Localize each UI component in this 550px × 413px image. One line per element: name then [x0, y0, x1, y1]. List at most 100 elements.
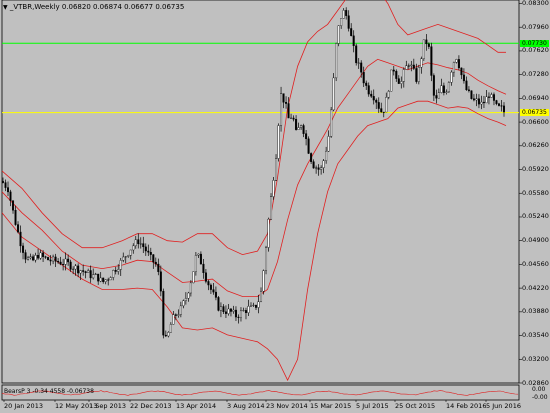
candle-body: [310, 153, 313, 162]
price-tick-label: 0.02860: [522, 378, 549, 387]
time-tick-label: 13 Apr 2014: [176, 402, 217, 410]
candle-body: [500, 105, 503, 107]
candle-body: [157, 263, 160, 272]
candle-body: [74, 265, 77, 270]
candle-body: [305, 133, 308, 140]
candle-body: [132, 245, 135, 251]
candle-body: [92, 274, 95, 279]
price-tick-label: 0.03540: [522, 331, 549, 340]
candle-body: [219, 306, 222, 311]
candle-body: [285, 101, 288, 104]
candle-body: [332, 77, 335, 111]
candle-body: [117, 269, 120, 272]
candle-body: [320, 167, 323, 170]
candle-body: [67, 258, 70, 263]
candle-body: [224, 311, 227, 314]
candle-body: [455, 59, 458, 63]
candle-body: [179, 305, 182, 315]
time-tick-label: 22 Dec 2013: [130, 402, 172, 410]
candle-body: [307, 138, 310, 154]
time-tick-label: 5 Jul 2015: [356, 402, 389, 410]
candle-body: [87, 270, 90, 273]
candle-body: [440, 85, 443, 93]
candle-body: [129, 249, 132, 256]
price-tick-label: 0.04560: [522, 259, 549, 268]
dropdown-arrow-icon[interactable]: ▼: [3, 4, 8, 11]
price-tick-label: 0.04900: [522, 236, 549, 245]
candle-body: [144, 246, 147, 252]
time-tick-label: 25 Oct 2015: [395, 402, 436, 410]
candle-body: [29, 256, 32, 259]
candle-body: [62, 264, 65, 266]
candle-body: [167, 332, 170, 337]
candle-body: [390, 69, 393, 92]
candle-body: [437, 92, 440, 99]
candle-body: [292, 117, 295, 120]
candle-body: [370, 93, 373, 97]
candle-body: [345, 10, 348, 16]
candle-body: [197, 253, 200, 256]
candle-body: [385, 96, 388, 113]
chart-window[interactable]: ▼ _VTBR,Weekly 0.06820 0.06874 0.06677 0…: [0, 0, 550, 413]
candle-body: [34, 255, 37, 261]
candle-body: [480, 101, 483, 105]
price-tick-label: 0.04220: [522, 283, 549, 292]
candle-body: [467, 89, 470, 91]
indicator-tick-bottom: -0.00: [532, 394, 548, 401]
candle-body: [297, 127, 300, 130]
candle-body: [485, 96, 488, 104]
candle-body: [194, 255, 197, 272]
time-tick-label: 14 Feb 2016: [446, 402, 487, 410]
candle-body: [104, 279, 107, 282]
candle-body: [402, 69, 405, 82]
price-tick-label: 0.03880: [522, 307, 549, 316]
candle-body: [475, 98, 478, 101]
candle-body: [350, 28, 353, 37]
candle-body: [380, 108, 383, 113]
time-tick-label: 5 Jun 2016: [486, 402, 521, 410]
plot-frame: [1, 0, 520, 384]
candle-body: [37, 255, 40, 259]
candle-body: [42, 252, 45, 257]
candle-body: [217, 297, 220, 311]
bollinger-lower-band: [1, 100, 507, 382]
candle-body: [59, 261, 62, 265]
price-chart[interactable]: [0, 0, 550, 413]
candle-body: [400, 81, 403, 84]
candle-body: [147, 250, 150, 253]
candle-body: [325, 150, 328, 161]
candle-body: [232, 309, 235, 312]
candle-body: [347, 15, 350, 29]
candle-body: [302, 125, 305, 134]
candle-body: [490, 94, 493, 98]
candle-body: [77, 265, 80, 274]
candle-body: [242, 310, 245, 312]
candle-body: [79, 270, 82, 274]
candle-body: [407, 65, 410, 67]
candle-body: [94, 273, 97, 275]
price-tick-label: 0.07960: [522, 22, 549, 31]
candle-body: [470, 90, 473, 99]
candle-body: [82, 270, 85, 272]
candle-body: [375, 99, 378, 103]
candle-body: [365, 82, 368, 86]
candle-body: [244, 310, 247, 314]
candle-body: [282, 93, 285, 103]
candle-body: [275, 158, 278, 181]
candle-body: [124, 256, 127, 258]
candle-body: [265, 247, 268, 271]
candle-body: [229, 308, 232, 312]
candle-body: [119, 260, 122, 270]
candle-body: [57, 261, 60, 263]
price-tick-label: 0.07280: [522, 70, 549, 79]
candle-body: [2, 181, 5, 183]
candle-body: [139, 243, 142, 245]
candle-body: [495, 100, 498, 104]
candle-body: [212, 289, 215, 293]
candle-body: [277, 125, 280, 159]
candle-body: [107, 279, 110, 281]
candle-body: [315, 167, 318, 169]
candle-body: [24, 252, 27, 260]
candle-body: [465, 80, 468, 91]
candle-body: [14, 210, 17, 225]
